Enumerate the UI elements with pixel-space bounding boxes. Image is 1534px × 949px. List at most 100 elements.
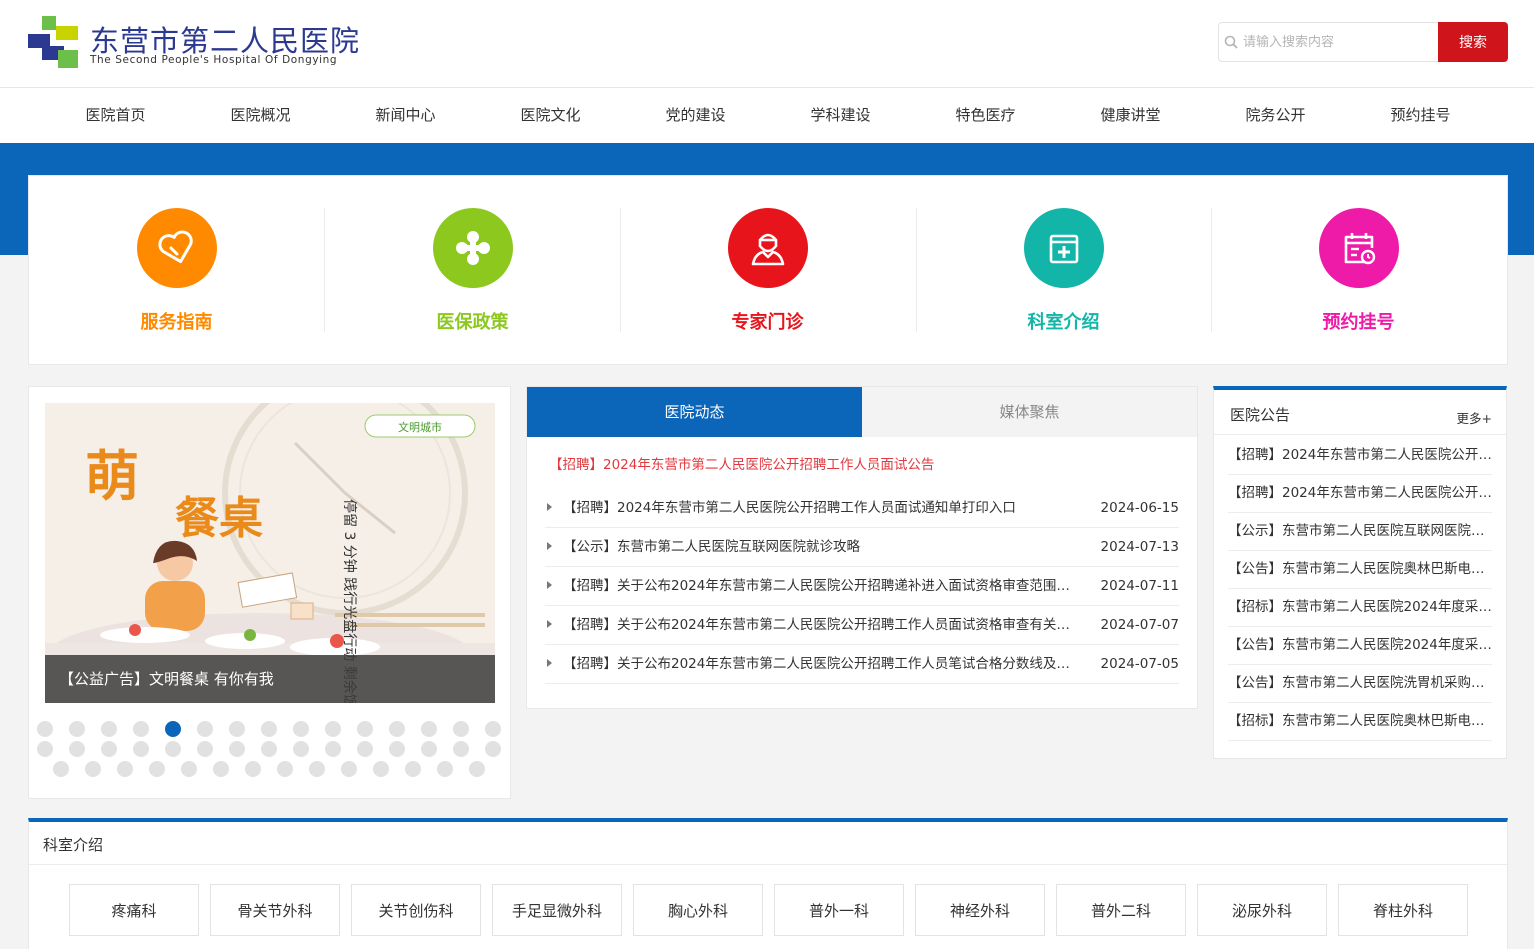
nav-item-appointment[interactable]: 预约挂号 bbox=[1348, 88, 1493, 143]
slide-pagination bbox=[37, 721, 507, 781]
slide-dot[interactable] bbox=[245, 761, 261, 777]
news-row[interactable]: 【招聘】关于公布2024年东营市第二人民医院公开招聘递补进入面试资格审查范围人员… bbox=[545, 567, 1179, 606]
nav-item-news[interactable]: 新闻中心 bbox=[333, 88, 478, 143]
nav-item-party[interactable]: 党的建设 bbox=[623, 88, 768, 143]
slide-dot[interactable] bbox=[69, 741, 85, 757]
slide-dot[interactable] bbox=[325, 721, 341, 737]
quick-link-departments[interactable]: 科室介绍 bbox=[916, 176, 1211, 366]
department-button[interactable]: 疼痛科 bbox=[69, 884, 199, 936]
news-title[interactable]: 【招聘】关于公布2024年东营市第二人民医院公开招聘工作人员面试资格审查有关事项… bbox=[563, 606, 1083, 645]
slide-dot[interactable] bbox=[53, 761, 69, 777]
nav-item-overview[interactable]: 医院概况 bbox=[188, 88, 333, 143]
notice-item[interactable]: 【公告】东营市第二人民医院2024年度采购项目 bbox=[1228, 627, 1492, 665]
slide-dot[interactable] bbox=[133, 721, 149, 737]
news-row[interactable]: 【公示】东营市第二人民医院互联网医院就诊攻略 2024-07-13 bbox=[545, 528, 1179, 567]
news-title[interactable]: 【招聘】关于公布2024年东营市第二人民医院公开招聘工作人员笔试合格分数线及进入… bbox=[563, 645, 1083, 684]
slide-dot[interactable] bbox=[117, 761, 133, 777]
slide-dot[interactable] bbox=[181, 761, 197, 777]
slide-dot[interactable] bbox=[165, 721, 181, 737]
search-icon bbox=[1224, 35, 1238, 49]
slide-dot[interactable] bbox=[101, 721, 117, 737]
slide-dot[interactable] bbox=[85, 761, 101, 777]
slide-dot[interactable] bbox=[197, 741, 213, 757]
department-button[interactable]: 胸心外科 bbox=[633, 884, 763, 936]
slide-dot[interactable] bbox=[165, 741, 181, 757]
department-button[interactable]: 普外一科 bbox=[774, 884, 904, 936]
slide-dot[interactable] bbox=[421, 741, 437, 757]
notice-more-link[interactable]: 更多+ bbox=[1457, 408, 1492, 427]
slide-dot[interactable] bbox=[389, 721, 405, 737]
notice-item[interactable]: 【公告】东营市第二人民医院奥林巴斯电子胃肠镜采购项目 bbox=[1228, 551, 1492, 589]
slide-dot[interactable] bbox=[325, 741, 341, 757]
nav-item-discipline[interactable]: 学科建设 bbox=[768, 88, 913, 143]
news-title[interactable]: 【招聘】关于公布2024年东营市第二人民医院公开招聘递补进入面试资格审查范围人员… bbox=[563, 567, 1083, 606]
quick-link-service-guide[interactable]: 服务指南 bbox=[29, 176, 324, 366]
news-row[interactable]: 【招聘】关于公布2024年东营市第二人民医院公开招聘工作人员面试资格审查有关事项… bbox=[545, 606, 1179, 645]
news-headline[interactable]: 【招聘】2024年东营市第二人民医院公开招聘工作人员面试公告 bbox=[549, 453, 934, 473]
slide-dot[interactable] bbox=[309, 761, 325, 777]
slide-dot[interactable] bbox=[293, 721, 309, 737]
slide-dot[interactable] bbox=[101, 741, 117, 757]
department-button[interactable]: 普外二科 bbox=[1056, 884, 1186, 936]
tab-hospital-news[interactable]: 医院动态 bbox=[527, 387, 862, 437]
notice-item[interactable]: 【招标】东营市第二人民医院2024年度采购项目 bbox=[1228, 589, 1492, 627]
notice-item[interactable]: 【招聘】2024年东营市第二人民医院公开招聘工作人员面试通知单打印入口 bbox=[1228, 475, 1492, 513]
department-button[interactable]: 脊柱外科 bbox=[1338, 884, 1468, 936]
notice-item[interactable]: 【公示】东营市第二人民医院互联网医院就诊攻略 bbox=[1228, 513, 1492, 551]
quick-link-insurance[interactable]: 医保政策 bbox=[325, 176, 620, 366]
slide-dot[interactable] bbox=[261, 721, 277, 737]
slide-dot[interactable] bbox=[341, 761, 357, 777]
slide-dot[interactable] bbox=[373, 761, 389, 777]
nav-item-featured[interactable]: 特色医疗 bbox=[913, 88, 1058, 143]
department-button[interactable]: 关节创伤科 bbox=[351, 884, 481, 936]
hospital-logo[interactable]: 东营市第二人民医院 The Second People's Hospital O… bbox=[28, 14, 368, 74]
nav-item-culture[interactable]: 医院文化 bbox=[478, 88, 623, 143]
slide-dot[interactable] bbox=[277, 761, 293, 777]
slide-dot[interactable] bbox=[453, 721, 469, 737]
search-button[interactable]: 搜索 bbox=[1438, 22, 1508, 62]
doctor-icon bbox=[728, 208, 808, 288]
slide-dot[interactable] bbox=[453, 741, 469, 757]
slide-dot[interactable] bbox=[37, 721, 53, 737]
slide-dot[interactable] bbox=[37, 741, 53, 757]
slide-dot[interactable] bbox=[485, 741, 501, 757]
slide-dot[interactable] bbox=[357, 741, 373, 757]
department-button[interactable]: 骨关节外科 bbox=[210, 884, 340, 936]
notice-item[interactable]: 【招标】东营市第二人民医院奥林巴斯电子胃肠镜采购项目 bbox=[1228, 703, 1492, 741]
nav-item-home[interactable]: 医院首页 bbox=[43, 88, 188, 143]
slide-dot[interactable] bbox=[149, 761, 165, 777]
search-input[interactable] bbox=[1243, 25, 1433, 59]
news-row[interactable]: 【招聘】关于公布2024年东营市第二人民医院公开招聘工作人员笔试合格分数线及进入… bbox=[545, 645, 1179, 684]
slide-dot[interactable] bbox=[405, 761, 421, 777]
department-button[interactable]: 神经外科 bbox=[915, 884, 1045, 936]
slide-dot[interactable] bbox=[293, 741, 309, 757]
news-date: 2024-07-05 bbox=[1100, 656, 1179, 672]
notice-item[interactable]: 【公告】东营市第二人民医院洗胃机采购项目 bbox=[1228, 665, 1492, 703]
slide-dot[interactable] bbox=[469, 761, 485, 777]
slide-dot[interactable] bbox=[69, 721, 85, 737]
news-row[interactable]: 【招聘】2024年东营市第二人民医院公开招聘工作人员面试通知单打印入口 2024… bbox=[545, 489, 1179, 528]
news-title[interactable]: 【招聘】2024年东营市第二人民医院公开招聘工作人员面试通知单打印入口 bbox=[563, 489, 1083, 528]
slide-dot[interactable] bbox=[229, 721, 245, 737]
slide-dot[interactable] bbox=[133, 741, 149, 757]
slide-dot[interactable] bbox=[389, 741, 405, 757]
nav-item-health[interactable]: 健康讲堂 bbox=[1058, 88, 1203, 143]
slide-dot[interactable] bbox=[485, 721, 501, 737]
nav-item-affairs[interactable]: 院务公开 bbox=[1203, 88, 1348, 143]
slide-dot[interactable] bbox=[437, 761, 453, 777]
quick-link-appointment[interactable]: 预约挂号 bbox=[1211, 176, 1506, 366]
slide-dot[interactable] bbox=[197, 721, 213, 737]
department-button[interactable]: 手足显微外科 bbox=[492, 884, 622, 936]
quick-link-expert-clinic[interactable]: 专家门诊 bbox=[620, 176, 915, 366]
slide-dot[interactable] bbox=[357, 721, 373, 737]
slide-caption[interactable]: 【公益广告】文明餐桌 有你有我 bbox=[45, 655, 495, 703]
department-button[interactable]: 泌尿外科 bbox=[1197, 884, 1327, 936]
slide-dot[interactable] bbox=[229, 741, 245, 757]
news-title[interactable]: 【公示】东营市第二人民医院互联网医院就诊攻略 bbox=[563, 528, 1083, 567]
notice-item[interactable]: 【招聘】2024年东营市第二人民医院公开招聘工作人员面试公告 bbox=[1228, 437, 1492, 475]
slide-dot[interactable] bbox=[421, 721, 437, 737]
divider bbox=[1214, 434, 1506, 435]
slide-dot[interactable] bbox=[213, 761, 229, 777]
slide-dot[interactable] bbox=[261, 741, 277, 757]
tab-media-focus[interactable]: 媒体聚焦 bbox=[862, 387, 1197, 437]
